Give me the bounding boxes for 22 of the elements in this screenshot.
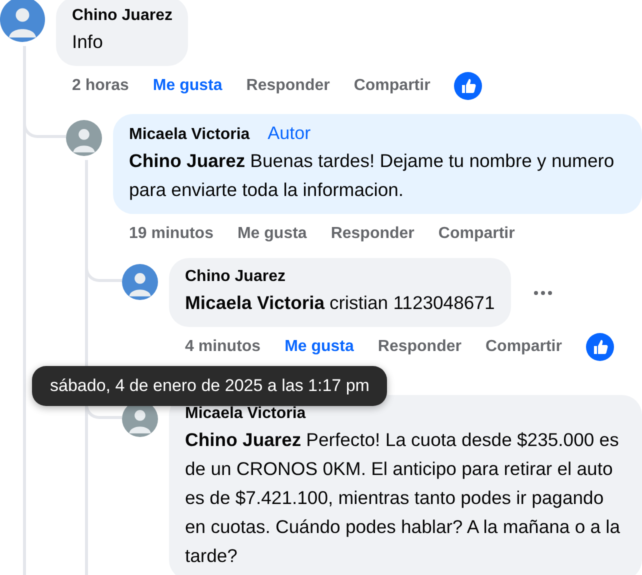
- like-link[interactable]: Me gusta: [237, 225, 307, 243]
- comment-time[interactable]: 2 horas: [72, 77, 129, 95]
- comment-text: Info: [72, 30, 104, 54]
- author-name[interactable]: Micaela Victoria: [129, 124, 250, 146]
- comment-text: Micaela Victoria cristian 1123048671: [185, 291, 495, 315]
- share-link[interactable]: Compartir: [354, 77, 430, 95]
- share-link[interactable]: Compartir: [485, 338, 562, 356]
- share-link[interactable]: Compartir: [438, 225, 515, 243]
- comment-time[interactable]: 4 minutos: [185, 338, 261, 356]
- reply-link[interactable]: Responder: [330, 225, 414, 243]
- reply-link[interactable]: Responder: [378, 338, 462, 356]
- comment-text: Chino Juarez Perfecto! La cuota desde $235.000 es de un CRONOS 0KM. El anticipo para retirar el auto es de $7.421.100, mientras tanto podes ir pagando en cuotas. Cuándo podes hablar? A la mañana o a la tarde?: [185, 428, 622, 568]
- like-link[interactable]: Me gusta: [284, 338, 354, 356]
- author-name[interactable]: Chino Juarez: [72, 5, 172, 27]
- author-label: Autor: [268, 122, 311, 144]
- comment-time[interactable]: 19 minutos: [129, 225, 214, 243]
- like-link[interactable]: Me gusta: [152, 77, 222, 95]
- timestamp-tooltip: sábado, 4 de enero de 2025 a las 1:17 pm: [32, 366, 388, 406]
- reply-link[interactable]: Responder: [246, 77, 330, 95]
- author-name[interactable]: Micaela Victoria: [185, 403, 306, 425]
- comment-text: Chino Juarez Buenas tardes! Dejame tu nombre y numero para enviarte toda la informacion.: [129, 149, 616, 202]
- author-name[interactable]: Chino Juarez: [185, 266, 286, 288]
